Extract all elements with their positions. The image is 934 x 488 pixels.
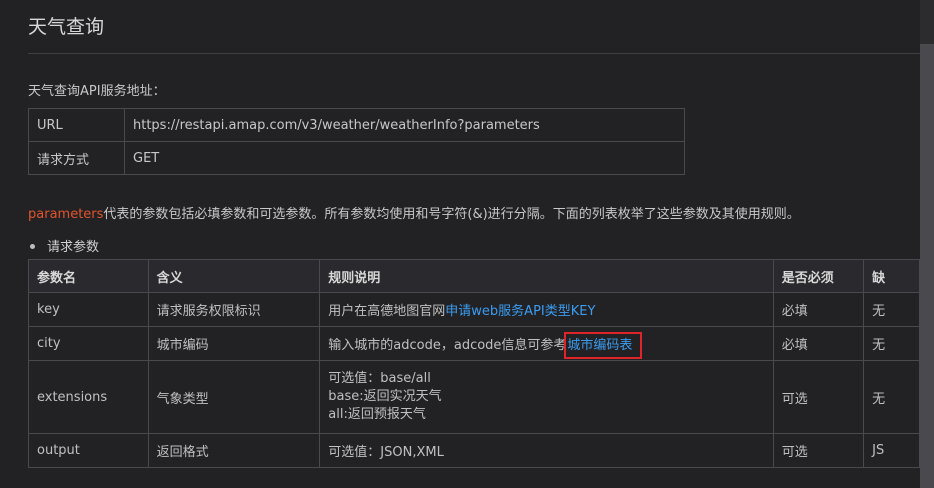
param-required: 可选 — [772, 360, 865, 434]
title-divider — [28, 53, 920, 54]
scrollbar-thumb[interactable] — [920, 44, 934, 488]
param-meaning: 返回格式 — [147, 433, 321, 468]
table-row: key 请求服务权限标识 用户在高德地图官网申请web服务API类型KEY 必填… — [28, 292, 920, 327]
param-meaning: 城市编码 — [147, 326, 321, 361]
bullet-dot-icon — [30, 244, 35, 249]
table-header-row: 参数名 含义 规则说明 是否必须 缺 — [28, 259, 920, 293]
param-name: city — [28, 326, 149, 361]
param-name: key — [28, 292, 149, 327]
table-row: 请求方式 GET — [28, 141, 685, 175]
param-name: output — [28, 433, 149, 468]
param-meaning: 气象类型 — [147, 360, 321, 434]
param-required: 必填 — [772, 292, 865, 327]
rule-line: base:返回实况天气 — [328, 389, 442, 404]
param-name: extensions — [28, 360, 149, 434]
vertical-scrollbar[interactable] — [920, 0, 934, 488]
url-value: https://restapi.amap.com/v3/weather/weat… — [124, 108, 685, 142]
table-row: extensions 气象类型 可选值：base/all base:返回实况天气… — [28, 360, 920, 434]
section-bullet: 请求参数 — [30, 236, 99, 255]
page-title: 天气查询 — [28, 16, 105, 38]
param-default: 无 — [863, 326, 920, 361]
param-meaning: 请求服务权限标识 — [147, 292, 321, 327]
url-key: URL — [28, 108, 125, 142]
header-rule: 规则说明 — [319, 259, 774, 293]
param-rule: 可选值：JSON,XML — [319, 433, 774, 468]
description-text: 代表的参数包括必填参数和可选参数。所有参数均使用和号字符(&)进行分隔。下面的列… — [103, 207, 800, 222]
city-code-table-link[interactable]: 城市编码表 — [564, 332, 643, 359]
method-key: 请求方式 — [28, 141, 125, 175]
param-required: 必填 — [772, 326, 865, 361]
parameters-description: parameters代表的参数包括必填参数和可选参数。所有参数均使用和号字符(&… — [28, 203, 800, 222]
header-meaning: 含义 — [147, 259, 321, 293]
rule-text: 输入城市的adcode，adcode信息可参考 — [328, 338, 567, 353]
url-table: URL https://restapi.amap.com/v3/weather/… — [28, 108, 685, 175]
intro-text: 天气查询API服务地址： — [28, 84, 166, 99]
param-rule: 可选值：base/all base:返回实况天气 all:返回预报天气 — [319, 360, 774, 434]
header-param-name: 参数名 — [28, 259, 149, 293]
parameters-keyword: parameters — [28, 207, 104, 222]
param-rule: 用户在高德地图官网申请web服务API类型KEY — [319, 292, 774, 327]
param-default: JS — [863, 433, 920, 468]
table-row: city 城市编码 输入城市的adcode，adcode信息可参考城市编码表 必… — [28, 326, 920, 361]
param-rule: 输入城市的adcode，adcode信息可参考城市编码表 — [319, 326, 774, 361]
rule-line: all:返回预报天气 — [328, 407, 426, 422]
header-default: 缺 — [863, 259, 920, 293]
rule-line: 可选值：base/all — [328, 371, 431, 386]
section-label: 请求参数 — [47, 240, 100, 255]
rule-text: 用户在高德地图官网 — [328, 304, 446, 319]
apply-key-link[interactable]: 申请web服务API类型KEY — [445, 304, 595, 319]
request-params-table: 参数名 含义 规则说明 是否必须 缺 key 请求服务权限标识 用户在高德地图官… — [28, 259, 920, 468]
table-row: output 返回格式 可选值：JSON,XML 可选 JS — [28, 433, 920, 468]
param-required: 可选 — [772, 433, 865, 468]
table-row: URL https://restapi.amap.com/v3/weather/… — [28, 108, 685, 142]
param-default: 无 — [863, 360, 920, 434]
param-default: 无 — [863, 292, 920, 327]
method-value: GET — [124, 141, 685, 175]
header-required: 是否必须 — [772, 259, 865, 293]
